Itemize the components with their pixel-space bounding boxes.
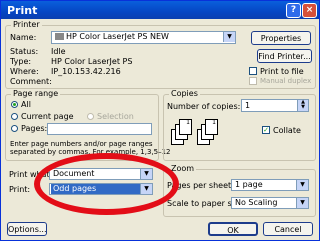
spinner-arrows-icon[interactable]: ▲ ▼ (297, 100, 308, 111)
pages-per-sheet-value: 1 page (235, 180, 263, 189)
pages-label: Pages: (21, 124, 48, 133)
collate-pages-icon: 3 2 1 3 2 1 (171, 119, 251, 155)
find-printer-label: Find Printer... (258, 52, 311, 61)
manual-duplex-checkbox[interactable] (249, 77, 257, 85)
manual-duplex-label: Manual duplex (260, 77, 312, 85)
chevron-down-icon[interactable]: ▼ (223, 32, 235, 42)
dialog-title: Print (7, 4, 38, 17)
print-to-file-label: Print to file (260, 67, 304, 76)
zoom-group: Zoom (163, 164, 316, 217)
all-label: All (21, 100, 31, 109)
pages-radio[interactable] (11, 125, 18, 132)
title-bar: Print ? × (1, 1, 319, 19)
print-label: Print: (9, 185, 31, 194)
printer-name-label: Name: (10, 33, 37, 42)
copies-spinner[interactable]: 1 ▲ ▼ (241, 99, 309, 112)
close-button[interactable]: × (302, 3, 317, 18)
printer-group-label: Printer (11, 20, 42, 29)
status-value: Idle (51, 47, 66, 56)
collate-label: Collate (273, 126, 301, 135)
scale-to-paper-value: No Scaling (235, 198, 278, 207)
type-label: Type: (10, 57, 32, 66)
type-value: HP Color LaserJet PS (51, 57, 133, 66)
copies-value: 1 (245, 101, 251, 110)
all-radio[interactable] (11, 101, 18, 108)
print-to-file-checkbox[interactable] (249, 67, 257, 75)
cancel-button[interactable]: Cancel (263, 222, 313, 236)
properties-button-label: Properties (260, 34, 302, 43)
where-value: IP_10.153.42.216 (51, 67, 121, 76)
find-printer-button[interactable]: Find Printer... (257, 49, 312, 63)
printer-icon (55, 33, 64, 40)
number-of-copies-label: Number of copies: (167, 102, 241, 111)
selection-radio[interactable] (87, 113, 94, 120)
chevron-down-icon[interactable]: ▼ (296, 180, 308, 190)
properties-button[interactable]: Properties (251, 31, 311, 45)
cancel-button-label: Cancel (274, 225, 302, 234)
ok-button-label: OK (227, 226, 239, 235)
printer-name-select[interactable]: HP Color LaserJet PS NEW ▼ (51, 31, 236, 44)
selection-label: Selection (97, 112, 134, 121)
page-range-group-label: Page range (11, 89, 61, 98)
pages-input[interactable] (47, 123, 152, 135)
ok-button[interactable]: OK (208, 222, 258, 236)
current-page-label: Current page (21, 112, 74, 121)
current-page-radio[interactable] (11, 113, 18, 120)
options-button[interactable]: Options... (7, 222, 47, 236)
copies-group-label: Copies (169, 89, 200, 98)
page-range-help-line-1: Enter page numbers and/or page ranges (10, 140, 153, 148)
pages-per-sheet-select[interactable]: 1 page ▼ (231, 179, 309, 191)
highlight-ellipse (34, 153, 179, 215)
where-label: Where: (10, 67, 39, 76)
scale-to-paper-select[interactable]: No Scaling ▼ (231, 197, 309, 209)
help-button[interactable]: ? (286, 3, 301, 18)
comment-label: Comment: (10, 77, 52, 86)
collate-checkbox[interactable]: ✓ (262, 126, 270, 134)
options-button-label: Options... (8, 225, 47, 234)
status-label: Status: (10, 47, 39, 56)
print-dialog: Print ? × Printer Name: HP Color LaserJe… (0, 0, 320, 241)
printer-name-value: HP Color LaserJet PS NEW (66, 32, 169, 41)
chevron-down-icon[interactable]: ▼ (296, 198, 308, 208)
